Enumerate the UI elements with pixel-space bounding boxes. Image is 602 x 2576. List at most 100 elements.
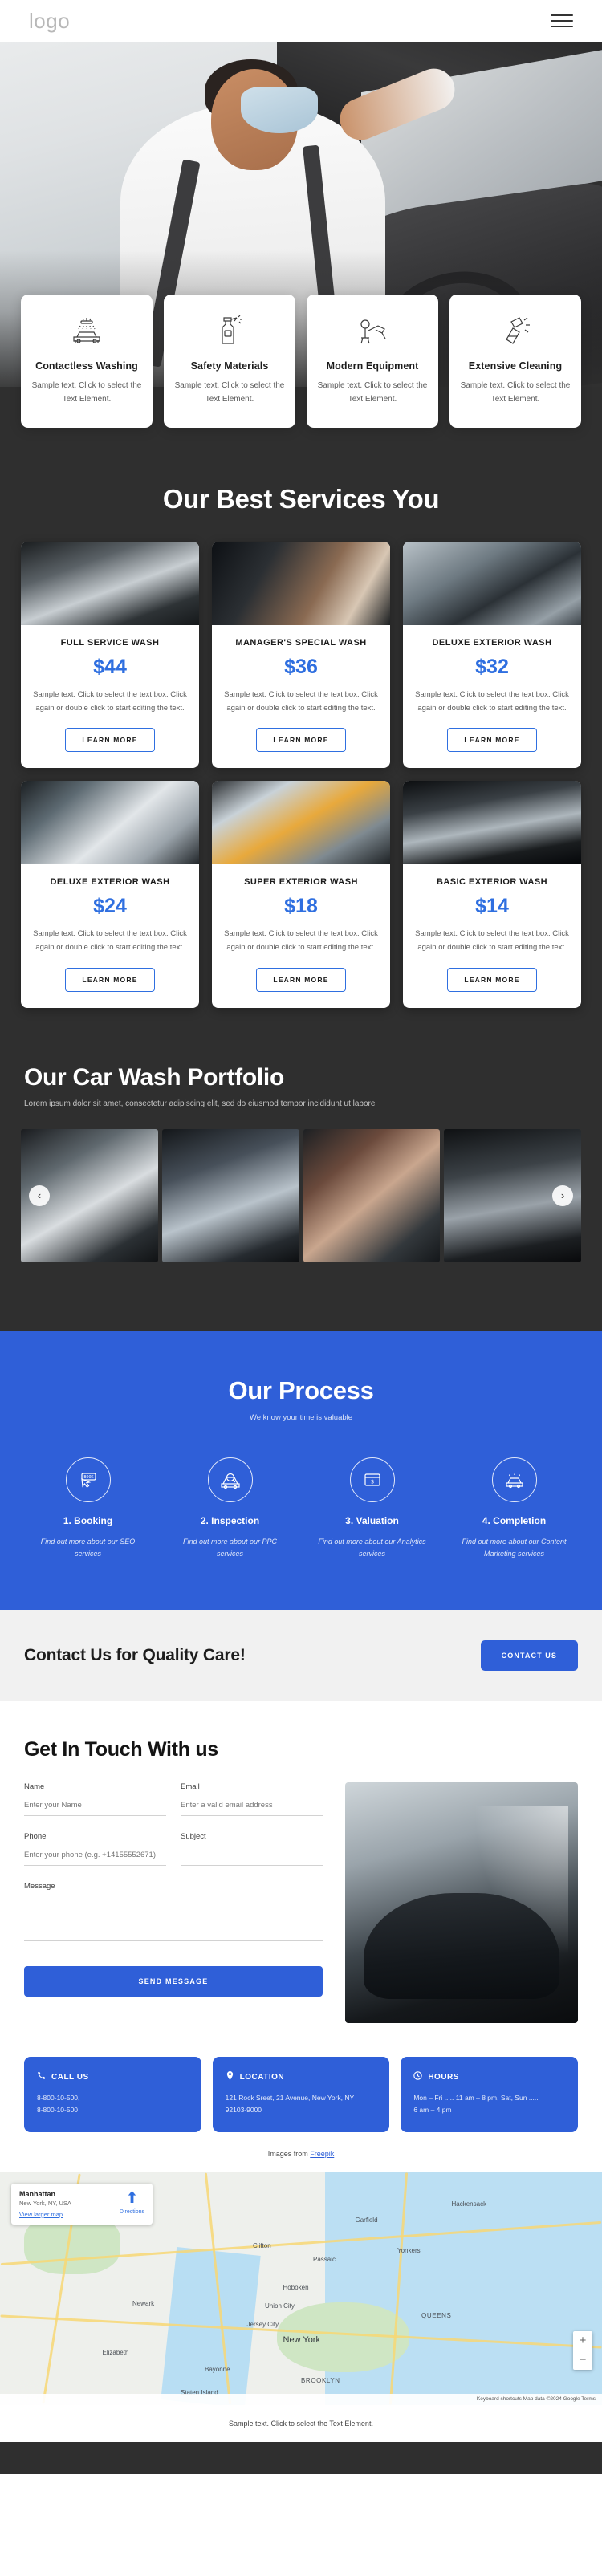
call-us-lines: 8-800-10-500, 8-800-10-500 — [37, 2094, 80, 2114]
service-name: FULL SERVICE WASH — [60, 638, 160, 648]
contact-info-cards: CALL US 8-800-10-500, 8-800-10-500 LOCAT… — [0, 2039, 602, 2132]
message-input[interactable] — [24, 1896, 323, 1942]
process-subtitle: We know your time is valuable — [249, 1412, 353, 1422]
map-label: Yonkers — [397, 2246, 421, 2254]
portfolio-item[interactable] — [303, 1128, 441, 1262]
service-price: $32 — [475, 656, 509, 678]
view-larger-map-link[interactable]: View larger map — [19, 2211, 71, 2218]
send-message-button[interactable]: SEND MESSAGE — [24, 1966, 323, 1997]
service-desc: Sample text. Click to select the text bo… — [224, 690, 378, 713]
site-header: logo — [0, 0, 602, 42]
zoom-in-button[interactable]: + — [573, 2331, 592, 2350]
footer-note: Sample text. Click to select the Text El… — [0, 2404, 602, 2442]
map-label: Hackensack — [451, 2200, 487, 2208]
email-input[interactable] — [181, 1798, 323, 1817]
feature-desc: Sample text. Click to select the Text El… — [31, 381, 142, 404]
feature-card[interactable]: Contactless Washing Sample text. Click t… — [21, 295, 153, 428]
contact-title: Get In Touch With us — [24, 1738, 218, 1761]
learn-more-button[interactable]: LEARN MORE — [65, 728, 155, 753]
name-input[interactable] — [24, 1798, 166, 1817]
phone-label: Phone — [24, 1832, 47, 1842]
contact-section: Get In Touch With us Name Email Phone — [0, 1701, 602, 2040]
dark-section: Contactless Washing Sample text. Click t… — [0, 295, 602, 1331]
service-desc: Sample text. Click to select the text bo… — [33, 690, 187, 713]
landing-page: logo Contactless Washing Sample text. Cl… — [0, 0, 602, 2474]
service-card[interactable]: BASIC EXTERIOR WASH $14 Sample text. Cli… — [403, 781, 581, 1008]
services-grid: FULL SERVICE WASH $44 Sample text. Click… — [0, 542, 602, 769]
service-card[interactable]: DELUXE EXTERIOR WASH $32 Sample text. Cl… — [403, 542, 581, 769]
service-card[interactable]: DELUXE EXTERIOR WASH $24 Sample text. Cl… — [21, 781, 199, 1008]
name-label: Name — [24, 1782, 45, 1792]
feature-desc: Sample text. Click to select the Text El… — [174, 381, 285, 404]
learn-more-button[interactable]: LEARN MORE — [447, 967, 537, 992]
chevron-right-icon[interactable]: › — [552, 1184, 573, 1206]
feature-card[interactable]: Modern Equipment Sample text. Click to s… — [307, 295, 438, 428]
learn-more-button[interactable]: LEARN MORE — [447, 728, 537, 753]
service-image — [403, 542, 581, 625]
service-card[interactable]: FULL SERVICE WASH $44 Sample text. Click… — [21, 542, 199, 769]
location-card[interactable]: LOCATION 121 Rock Sreet, 21 Avenue, New … — [212, 2057, 390, 2132]
portfolio-item[interactable] — [161, 1128, 299, 1262]
services-title: Our Best Services You — [162, 484, 440, 514]
process-step[interactable]: 2. Inspection Find out more about our PP… — [161, 1457, 299, 1561]
learn-more-button[interactable]: LEARN MORE — [65, 967, 155, 992]
learn-more-button[interactable]: LEARN MORE — [256, 967, 346, 992]
booking-cursor-icon: BOOK — [65, 1457, 111, 1502]
service-card[interactable]: SUPER EXTERIOR WASH $18 Sample text. Cli… — [212, 781, 390, 1008]
service-name: MANAGER'S SPECIAL WASH — [235, 638, 367, 648]
map-label: Newark — [132, 2300, 155, 2308]
site-logo[interactable]: logo — [29, 9, 70, 34]
subject-input[interactable] — [181, 1847, 323, 1867]
map-card-title: Manhattan — [19, 2189, 55, 2198]
footer-bar — [0, 2441, 602, 2474]
freepik-link[interactable]: Freepik — [310, 2150, 334, 2158]
zoom-out-button[interactable]: − — [573, 2350, 592, 2370]
contact-us-button[interactable]: CONTACT US — [480, 1640, 578, 1672]
process-step-desc: Find out more about our PPC services — [182, 1537, 278, 1558]
map-label: Union City — [265, 2302, 295, 2310]
phone-input[interactable] — [24, 1847, 166, 1867]
hours-lines: Mon – Fri ..... 11 am – 8 pm, Sat, Sun .… — [413, 2094, 539, 2114]
map-zoom-controls[interactable]: + − — [573, 2330, 592, 2370]
service-card[interactable]: MANAGER'S SPECIAL WASH $36 Sample text. … — [212, 542, 390, 769]
learn-more-button[interactable]: LEARN MORE — [256, 728, 346, 753]
svg-text:BOOK: BOOK — [83, 1475, 93, 1480]
service-price: $36 — [284, 656, 318, 678]
service-desc: Sample text. Click to select the text bo… — [415, 929, 569, 952]
map-attribution: Keyboard shortcuts Map data ©2024 Google… — [0, 2393, 602, 2405]
feature-card[interactable]: Safety Materials Sample text. Click to s… — [164, 295, 295, 428]
service-name: DELUXE EXTERIOR WASH — [432, 638, 552, 648]
process-step-desc: Find out more about our SEO services — [40, 1537, 136, 1558]
call-us-card[interactable]: CALL US 8-800-10-500, 8-800-10-500 — [24, 2057, 201, 2132]
subject-label: Subject — [181, 1832, 206, 1842]
map-label: Jersey City — [246, 2321, 279, 2329]
hamburger-menu-icon[interactable] — [551, 14, 573, 27]
service-price: $14 — [475, 895, 509, 918]
portfolio-carousel: ‹ › — [0, 1128, 602, 1262]
map-widget[interactable]: Fairfield Garfield Hackensack Newark New… — [0, 2172, 602, 2405]
svg-text:$: $ — [370, 1478, 373, 1485]
feature-card[interactable]: Extensive Cleaning Sample text. Click to… — [449, 295, 581, 428]
hours-card[interactable]: HOURS Mon – Fri ..... 11 am – 8 pm, Sat,… — [401, 2057, 578, 2132]
process-step-name: 1. Booking — [63, 1514, 113, 1526]
inspection-search-icon — [207, 1457, 253, 1502]
chevron-left-icon[interactable]: ‹ — [29, 1184, 50, 1206]
map-info-card[interactable]: Manhattan New York, NY, USA View larger … — [11, 2183, 153, 2225]
process-steps: BOOK 1. Booking Find out more about our … — [0, 1457, 602, 1561]
service-image — [21, 781, 199, 865]
process-step[interactable]: BOOK 1. Booking Find out more about our … — [19, 1457, 157, 1561]
service-image — [21, 542, 199, 625]
map-label: BROOKLYN — [301, 2377, 340, 2385]
email-label: Email — [181, 1782, 200, 1792]
car-wash-icon — [29, 312, 144, 349]
directions-button[interactable]: Directions — [120, 2190, 144, 2215]
services-section: Our Best Services You FULL SERVICE WASH … — [0, 428, 602, 1008]
process-step[interactable]: $ 3. Valuation Find out more about our A… — [303, 1457, 441, 1561]
process-step[interactable]: 4. Completion Find out more about our Co… — [445, 1457, 583, 1561]
process-step-name: 3. Valuation — [345, 1514, 399, 1526]
map-label: Bayonne — [205, 2365, 230, 2373]
feature-title: Safety Materials — [190, 360, 269, 372]
portfolio-section: Our Car Wash Portfolio Lorem ipsum dolor… — [0, 1008, 602, 1331]
service-image — [212, 542, 390, 625]
spray-bottle-icon — [172, 312, 287, 349]
